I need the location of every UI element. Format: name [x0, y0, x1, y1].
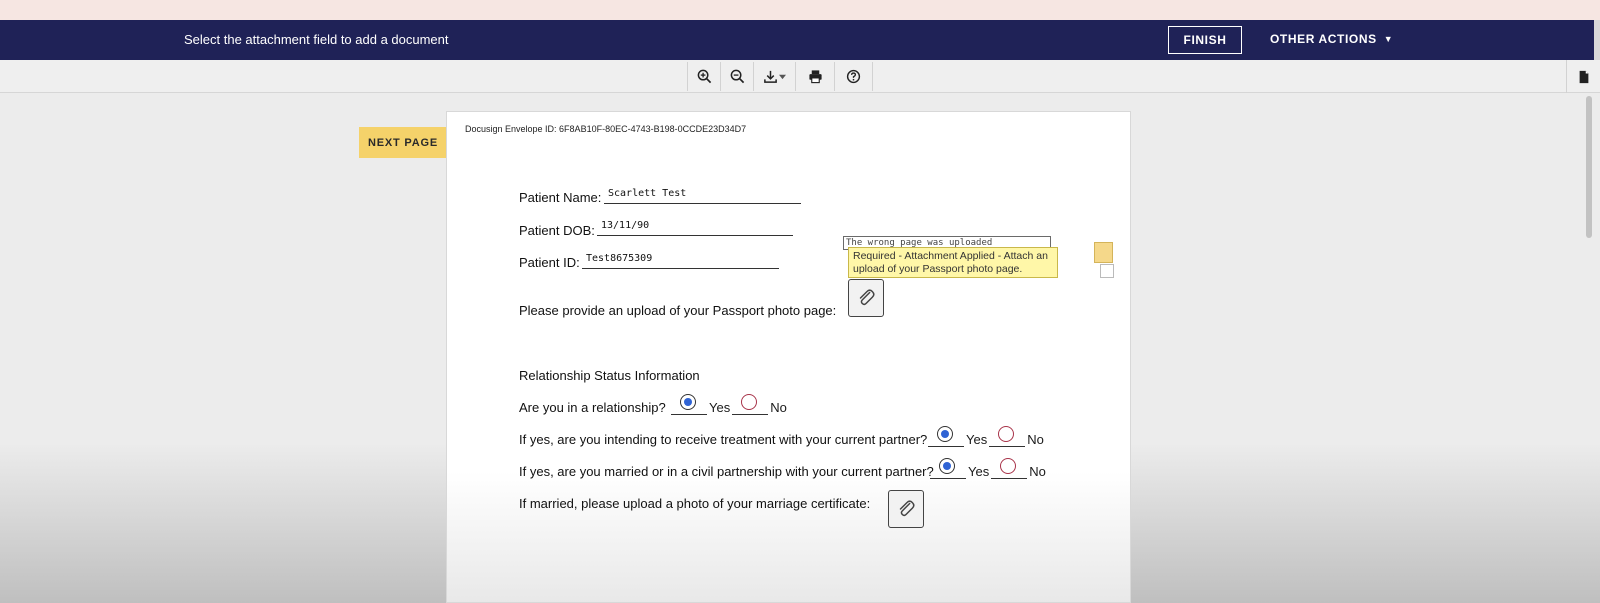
patient-name-label: Patient Name: [519, 190, 602, 205]
print-icon [808, 70, 822, 84]
marriage-prompt: If married, please upload a photo of you… [519, 496, 871, 511]
paperclip-icon [859, 289, 875, 306]
treatment-yes-radio[interactable] [937, 426, 953, 442]
treatment-no-radio[interactable] [998, 426, 1015, 442]
radio-slot [732, 394, 769, 415]
header-edge [1594, 20, 1600, 60]
download-button[interactable] [753, 62, 795, 91]
question-married: If yes, are you married or in a civil pa… [519, 464, 934, 479]
yes-label: Yes [966, 432, 988, 447]
caret-down-icon [779, 74, 786, 80]
finish-button[interactable]: FINISH [1168, 26, 1242, 54]
question-treatment: If yes, are you intending to receive tre… [519, 432, 928, 447]
married-yes-radio[interactable] [939, 458, 955, 474]
radio-slot [989, 426, 1026, 447]
no-label: No [1027, 432, 1044, 447]
attachment-tooltip: Required - Attachment Applied - Attach a… [848, 247, 1058, 278]
envelope-id: Docusign Envelope ID: 6F8AB10F-80EC-4743… [465, 124, 747, 134]
relationship-no-radio[interactable] [741, 394, 758, 410]
patient-dob-label: Patient DOB: [519, 223, 595, 238]
question-relationship: Are you in a relationship? [519, 400, 666, 415]
next-page-button[interactable]: NEXT PAGE [359, 127, 447, 158]
document-toolbar [0, 60, 1600, 93]
marriage-attachment-button[interactable] [888, 490, 924, 528]
radio-slot [671, 394, 707, 415]
print-button[interactable] [795, 62, 834, 91]
radio-slot [991, 458, 1028, 479]
caret-down-icon: ▼ [1383, 34, 1394, 44]
yes-label: Yes [968, 464, 990, 479]
patient-name-field[interactable]: Scarlett Test [604, 188, 801, 204]
help-button[interactable] [834, 62, 873, 91]
relationship-radio-group: Yes No [671, 394, 789, 415]
married-no-radio[interactable] [1000, 458, 1017, 474]
header-instruction: Select the attachment field to add a doc… [184, 32, 449, 47]
yes-label: Yes [709, 400, 731, 415]
zoom-in-icon [697, 69, 711, 84]
top-strip [0, 0, 1600, 20]
signing-header: Select the attachment field to add a doc… [0, 20, 1600, 60]
document-page: Docusign Envelope ID: 6F8AB10F-80EC-4743… [446, 111, 1131, 603]
no-label: No [770, 400, 787, 415]
help-icon [846, 69, 861, 84]
married-radio-group: Yes No [930, 458, 1048, 479]
other-actions-menu[interactable]: OTHER ACTIONS ▼ [1270, 32, 1393, 46]
download-icon [764, 70, 777, 83]
patient-id-field[interactable]: Test8675309 [582, 253, 779, 269]
zoom-in-button[interactable] [687, 62, 720, 91]
comment-marker[interactable] [1094, 242, 1113, 263]
paperclip-icon [899, 500, 915, 517]
relationship-yes-radio[interactable] [680, 394, 696, 410]
passport-prompt: Please provide an upload of your Passpor… [519, 303, 837, 318]
scrollbar[interactable] [1586, 96, 1592, 238]
no-label: No [1029, 464, 1046, 479]
document-panel-button[interactable] [1566, 60, 1600, 93]
treatment-radio-group: Yes No [928, 426, 1046, 447]
relationship-heading: Relationship Status Information [519, 368, 700, 383]
passport-attachment-button[interactable] [848, 279, 884, 317]
radio-slot [928, 426, 964, 447]
radio-slot [930, 458, 966, 479]
other-actions-label: OTHER ACTIONS [1270, 32, 1377, 46]
document-icon [1579, 70, 1588, 83]
zoom-out-button[interactable] [720, 62, 753, 91]
patient-id-label: Patient ID: [519, 255, 580, 270]
patient-dob-field[interactable]: 13/11/90 [597, 220, 793, 236]
comment-marker-secondary[interactable] [1100, 264, 1114, 278]
zoom-out-icon [730, 69, 744, 84]
